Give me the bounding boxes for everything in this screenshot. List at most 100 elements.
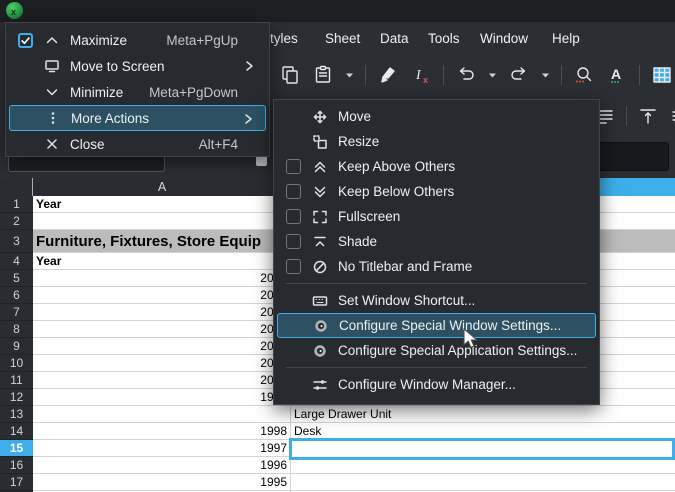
row-header-9[interactable]: 9: [0, 338, 33, 355]
paste-dropdown-icon[interactable]: [345, 64, 354, 86]
menu-item-label: Minimize: [70, 85, 149, 100]
checkbox-spacer: [19, 111, 34, 126]
clear-formatting-icon[interactable]: Ix: [410, 64, 432, 86]
standard-toolbar: Ix A: [279, 57, 675, 93]
checkbox-spacer: [18, 85, 33, 100]
menu-item-configure-window-manager[interactable]: Configure Window Manager...: [277, 372, 596, 397]
menu-item-close[interactable]: CloseAlt+F4: [9, 131, 266, 157]
checkbox-unchecked[interactable]: [286, 209, 301, 224]
row-header-3[interactable]: 3: [0, 230, 33, 253]
shade-icon: [312, 234, 328, 250]
cell-b17[interactable]: [291, 474, 675, 491]
titlebar[interactable]: x: [0, 0, 675, 22]
cell-a13[interactable]: [33, 406, 291, 423]
copy-icon[interactable]: [279, 64, 301, 86]
cell-a8[interactable]: 2003: [33, 321, 291, 338]
cell-a9[interactable]: 2002: [33, 338, 291, 355]
application-window: x StylesSheetDataToolsWindowHelp IxA fΣ=…: [0, 0, 675, 492]
checkbox-unchecked[interactable]: [286, 159, 301, 174]
menu-item-set-window-shortcut[interactable]: Set Window Shortcut...: [277, 288, 596, 313]
row-header-16[interactable]: 16: [0, 457, 33, 474]
toolbar-separator: [365, 65, 366, 85]
redo-dropdown-icon[interactable]: [541, 64, 550, 86]
row-header-17[interactable]: 17: [0, 474, 33, 491]
row-header-11[interactable]: 11: [0, 372, 33, 389]
menu-item-keep-below-others[interactable]: Keep Below Others: [277, 179, 596, 204]
row-header-2[interactable]: 2: [0, 213, 33, 230]
menu-item-more-actions[interactable]: More Actions: [9, 105, 266, 131]
row-header-14[interactable]: 14: [0, 423, 33, 440]
row-header-8[interactable]: 8: [0, 321, 33, 338]
cell-a17[interactable]: 1995: [33, 474, 291, 491]
cell-a15[interactable]: 1997: [33, 440, 291, 457]
row-header-15[interactable]: 15: [0, 440, 33, 457]
cell-b13[interactable]: Large Drawer Unit: [291, 406, 675, 423]
row-header-7[interactable]: 7: [0, 304, 33, 321]
menu-item-fullscreen[interactable]: Fullscreen: [277, 204, 596, 229]
menu-item-shade[interactable]: Shade: [277, 229, 596, 254]
borders-icon[interactable]: [651, 64, 673, 86]
checkbox-unchecked[interactable]: [286, 184, 301, 199]
row-header-1[interactable]: 1: [0, 196, 33, 213]
menu-item-configure-special-application-settings[interactable]: Configure Special Application Settings..…: [277, 338, 596, 363]
align-top-icon[interactable]: [637, 105, 659, 127]
align-partial-icon[interactable]: [669, 105, 675, 127]
menu-help[interactable]: Help: [552, 22, 580, 55]
move-icon: [312, 109, 328, 125]
cell-a16[interactable]: 1996: [33, 457, 291, 474]
menu-item-label: Move: [338, 109, 596, 124]
sliders-icon: [312, 377, 328, 393]
selected-cell-outline[interactable]: [289, 438, 675, 460]
window-operations-menu: MaximizeMeta+PgUpMove to ScreenMinimizeM…: [5, 22, 270, 157]
cell-a10[interactable]: 2001: [33, 355, 291, 372]
menu-tools[interactable]: Tools: [428, 22, 460, 55]
row-header-10[interactable]: 10: [0, 355, 33, 372]
spelling-icon[interactable]: A: [606, 64, 628, 86]
cell-a5[interactable]: 2006: [33, 270, 291, 287]
clone-formatting-icon[interactable]: [377, 64, 399, 86]
menu-item-configure-special-window-settings[interactable]: Configure Special Window Settings...: [277, 313, 596, 338]
checkbox-checked[interactable]: [18, 33, 33, 48]
select-all-corner[interactable]: [0, 178, 33, 196]
checkbox-unchecked[interactable]: [286, 259, 301, 274]
menu-sheet[interactable]: Sheet: [325, 22, 360, 55]
menu-data[interactable]: Data: [380, 22, 409, 55]
paste-icon[interactable]: [312, 64, 334, 86]
menu-item-no-titlebar-and-frame[interactable]: No Titlebar and Frame: [277, 254, 596, 279]
menu-window[interactable]: Window: [480, 22, 528, 55]
menu-item-move[interactable]: Move: [277, 104, 596, 129]
menu-item-maximize[interactable]: MaximizeMeta+PgUp: [9, 27, 266, 53]
menu-item-label: Shade: [338, 234, 596, 249]
menu-item-resize[interactable]: Resize: [277, 129, 596, 154]
menu-item-minimize[interactable]: MinimizeMeta+PgDown: [9, 79, 266, 105]
cell-a4[interactable]: Year: [33, 253, 291, 270]
cell-a11[interactable]: 2000: [33, 372, 291, 389]
toolbar-separator: [443, 65, 444, 85]
undo-dropdown-icon[interactable]: [488, 64, 497, 86]
checkbox-spacer: [287, 318, 302, 333]
toolbar-separator: [626, 106, 627, 126]
row-header-6[interactable]: 6: [0, 287, 33, 304]
checkbox-unchecked[interactable]: [286, 234, 301, 249]
submenu-arrow-icon: [241, 58, 257, 74]
row-header-4[interactable]: 4: [0, 253, 33, 270]
menu-item-label: No Titlebar and Frame: [338, 259, 596, 274]
menu-item-keep-above-others[interactable]: Keep Above Others: [277, 154, 596, 179]
cell-a1[interactable]: Year: [33, 196, 291, 213]
cell-a6[interactable]: 2005: [33, 287, 291, 304]
find-replace-icon[interactable]: [573, 64, 595, 86]
menu-item-move-to-screen[interactable]: Move to Screen: [9, 53, 266, 79]
row-header-12[interactable]: 12: [0, 389, 33, 406]
cell-a12[interactable]: 1999: [33, 389, 291, 406]
settings-app-icon: [312, 343, 328, 359]
cell-a2[interactable]: [33, 213, 291, 230]
cell-a7[interactable]: 2004: [33, 304, 291, 321]
column-header-a[interactable]: A: [33, 178, 291, 196]
toolbar-separator: [561, 65, 562, 85]
redo-icon[interactable]: [508, 64, 530, 86]
cell-a14[interactable]: 1998: [33, 423, 291, 440]
undo-icon[interactable]: [455, 64, 477, 86]
row-header-5[interactable]: 5: [0, 270, 33, 287]
row-header-13[interactable]: 13: [0, 406, 33, 423]
app-window-icon[interactable]: x: [6, 2, 23, 19]
